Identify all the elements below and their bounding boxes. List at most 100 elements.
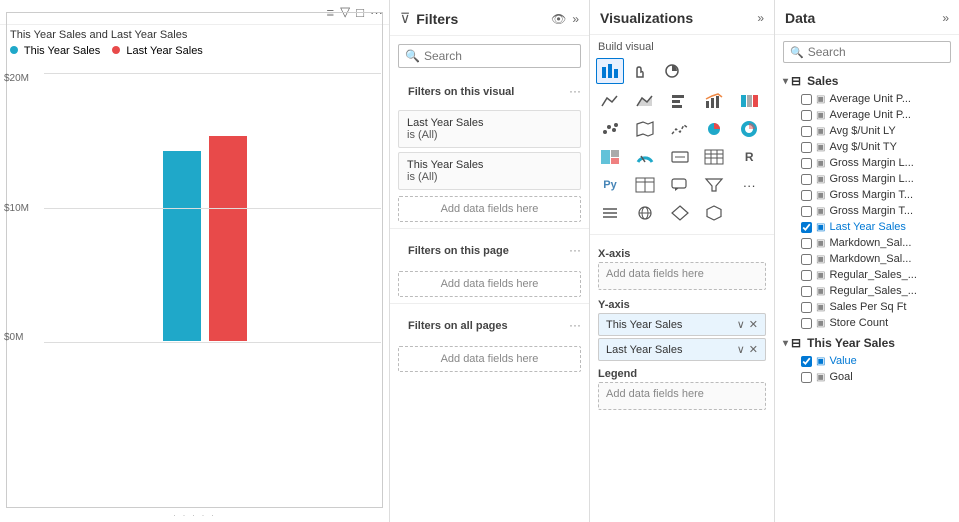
viz-icon-treemap[interactable] [596, 144, 624, 170]
filters-all-header: Filters on all pages ··· [390, 310, 589, 340]
add-fields-all[interactable]: Add data fields here [398, 346, 581, 372]
this-year-checkbox[interactable]: ⊟ [791, 336, 801, 350]
sales-checkbox[interactable]: ⊟ [791, 74, 801, 88]
add-fields-page[interactable]: Add data fields here [398, 271, 581, 297]
chevron-down-icon[interactable]: ∨ [737, 318, 745, 331]
data-item-gross-margin-l2: ▣ Gross Margin L... [779, 171, 955, 187]
more-dots-page-icon[interactable]: ··· [569, 243, 581, 257]
filters-page-label: Filters on this page [398, 239, 519, 261]
checkbox-last-year-sales[interactable] [801, 222, 812, 233]
viz-icon-line2[interactable] [666, 116, 694, 142]
viz-icon-Py[interactable]: Py [596, 172, 624, 198]
hamburger-icon[interactable]: ≡ [327, 5, 335, 20]
this-year-group-header[interactable]: ▾ ⊟ This Year Sales [779, 333, 955, 353]
viz-divider [590, 234, 774, 235]
field-icon-11: ▣ [816, 254, 825, 265]
checkbox-avg-unit-p2[interactable] [801, 110, 812, 121]
checkbox-avg-unit-p1[interactable] [801, 94, 812, 105]
checkbox-regular1[interactable] [801, 270, 812, 281]
viz-icon-line[interactable] [596, 88, 624, 114]
filters-visual-label: Filters on this visual [398, 80, 524, 102]
chart-legend: This Year Sales Last Year Sales [0, 43, 389, 63]
viz-icon-card[interactable] [666, 144, 694, 170]
x-axis-label: X-axis [598, 243, 766, 262]
viz-icon-pie[interactable] [700, 116, 728, 142]
viz-icon-chat[interactable] [666, 172, 694, 198]
filters-search-box[interactable]: 🔍 [398, 44, 581, 68]
field-icon-10: ▣ [816, 238, 825, 249]
viz-icon-circle-chart[interactable] [658, 58, 686, 84]
legend-this-year: This Year Sales [10, 45, 100, 57]
resize-handle[interactable]: · · · · · [0, 508, 389, 522]
checkbox-gross-margin-t2[interactable] [801, 206, 812, 217]
checkbox-sales-sq-ft[interactable] [801, 302, 812, 313]
data-search-box[interactable]: 🔍 [783, 41, 951, 63]
divider-1 [390, 228, 589, 229]
chevron-right-icon[interactable]: » [572, 12, 579, 26]
y-axis-this-year-label: This Year Sales [606, 319, 682, 331]
chevron-down-last-icon[interactable]: ∨ [737, 343, 745, 356]
viz-icon-map[interactable] [631, 116, 659, 142]
checkbox-store-count[interactable] [801, 318, 812, 329]
viz-icon-table[interactable] [700, 144, 728, 170]
eye-icon[interactable]: 👁 [551, 12, 566, 26]
checkbox-avg-unit-ty[interactable] [801, 142, 812, 153]
viz-icon-hand[interactable] [627, 58, 655, 84]
close-icon-last-year[interactable]: ✕ [749, 343, 758, 356]
field-icon-15: ▣ [816, 318, 825, 329]
viz-icon-scatter[interactable] [596, 116, 624, 142]
y-axis-last-year-label: Last Year Sales [606, 344, 682, 356]
checkbox-regular2[interactable] [801, 286, 812, 297]
viz-icon-diamond[interactable] [666, 200, 694, 226]
data-header-icons: » [942, 11, 949, 25]
viz-icon-combo[interactable] [700, 88, 728, 114]
checkbox-gross-margin-t1[interactable] [801, 190, 812, 201]
y-axis-item-this-year[interactable]: This Year Sales ∨ ✕ [598, 313, 766, 336]
more-icon[interactable]: ··· [370, 5, 383, 20]
filter-icon[interactable]: ▽ [340, 4, 350, 20]
checkbox-markdown1[interactable] [801, 238, 812, 249]
data-item-last-year-sales: ▣ Last Year Sales [779, 219, 955, 235]
checkbox-markdown2[interactable] [801, 254, 812, 265]
sales-group-header[interactable]: ▾ ⊟ Sales [779, 71, 955, 91]
viz-icon-R[interactable]: R [735, 144, 763, 170]
viz-icon-slicer[interactable] [596, 200, 624, 226]
close-icon-this-year[interactable]: ✕ [749, 318, 758, 331]
viz-icon-bar-chart[interactable] [596, 58, 624, 84]
checkbox-gross-margin-l1[interactable] [801, 158, 812, 169]
checkbox-avg-unit-ly[interactable] [801, 126, 812, 137]
filters-panel: ⊽ Filters 👁 » 🔍 Filters on this visual ·… [390, 0, 590, 522]
data-item-regular-sales1: ▣ Regular_Sales_... [779, 267, 955, 283]
viz-icon-matrix[interactable] [631, 172, 659, 198]
filter-card-last-year-sub: is (All) [407, 129, 572, 141]
viz-icon-bar-h[interactable] [666, 88, 694, 114]
data-search-input[interactable] [808, 45, 959, 59]
viz-icon-globe[interactable] [631, 200, 659, 226]
data-item-avg-unit-ty: ▣ Avg $/Unit TY [779, 139, 955, 155]
expand-icon[interactable]: □ [356, 5, 364, 20]
filters-search-input[interactable] [424, 49, 579, 63]
gridline-bottom [44, 342, 381, 343]
chevron-right-viz-icon[interactable]: » [757, 11, 764, 25]
field-icon-value: ▣ [816, 356, 825, 367]
more-dots-icon[interactable]: ··· [569, 84, 581, 98]
add-fields-visual[interactable]: Add data fields here [398, 196, 581, 222]
sales-chevron-icon: ▾ [783, 76, 788, 87]
more-dots-all-icon[interactable]: ··· [569, 318, 581, 332]
x-axis-field-box[interactable]: Add data fields here [598, 262, 766, 290]
gridline-mid [44, 208, 381, 209]
viz-icon-100pct[interactable] [735, 88, 763, 114]
viz-icon-hexagon[interactable] [700, 200, 728, 226]
checkbox-gross-margin-l2[interactable] [801, 174, 812, 185]
checkbox-goal[interactable] [801, 372, 812, 383]
viz-icon-more[interactable]: ··· [735, 172, 763, 198]
legend-field-box[interactable]: Add data fields here [598, 382, 766, 410]
viz-icon-gauge[interactable] [631, 144, 659, 170]
viz-icon-funnel[interactable] [700, 172, 728, 198]
y-axis-item-last-year[interactable]: Last Year Sales ∨ ✕ [598, 338, 766, 361]
viz-icon-donut[interactable] [735, 116, 763, 142]
checkbox-value[interactable] [801, 356, 812, 367]
build-visual-label: Build visual [590, 35, 774, 56]
viz-icon-area[interactable] [631, 88, 659, 114]
chevron-right-data-icon[interactable]: » [942, 11, 949, 25]
